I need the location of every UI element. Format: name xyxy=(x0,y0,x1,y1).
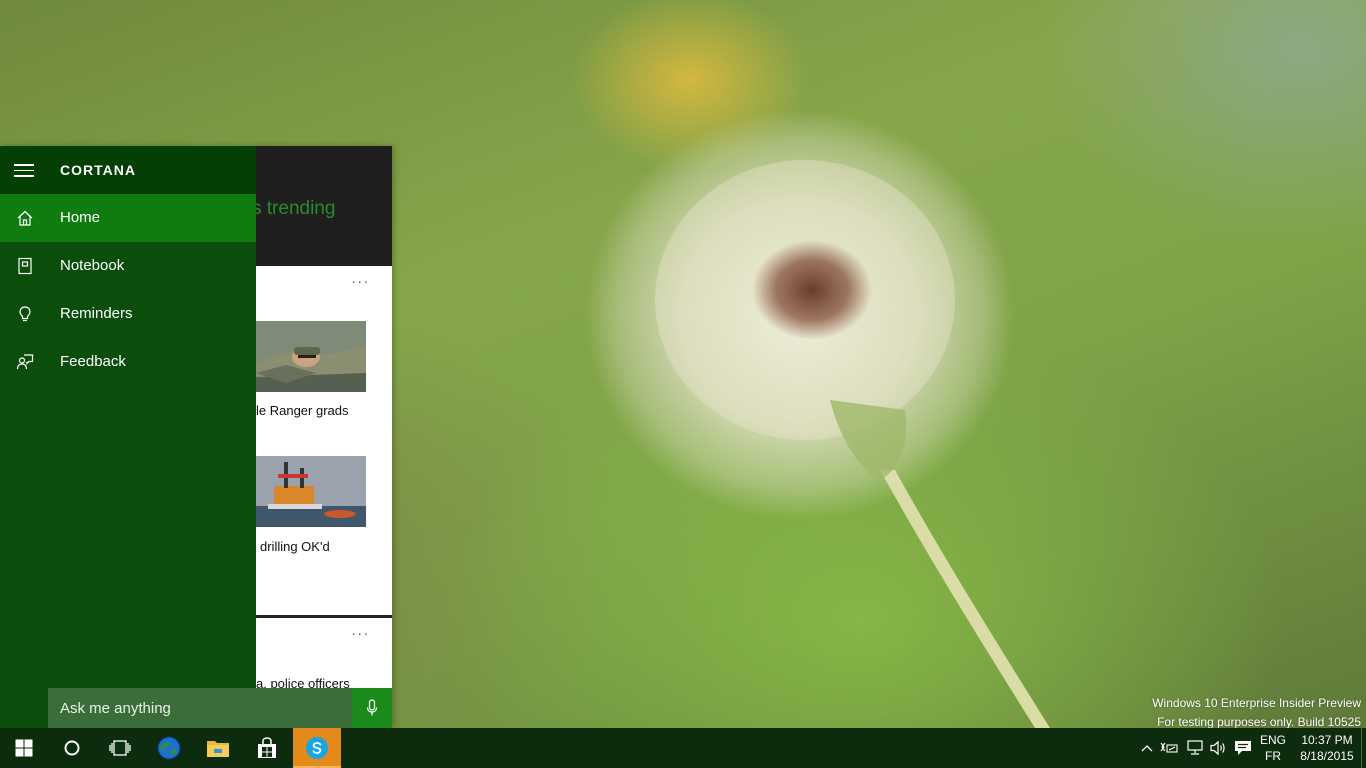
card-more-options-button[interactable]: ... xyxy=(351,270,370,287)
cortana-title: CORTANA xyxy=(60,162,136,178)
nav-item-reminders[interactable]: Reminders xyxy=(0,290,256,338)
show-hidden-icons-button[interactable] xyxy=(1135,728,1159,768)
task-view-button[interactable] xyxy=(96,728,144,768)
volume-icon xyxy=(1210,740,1225,756)
start-button[interactable] xyxy=(0,728,48,768)
notebook-icon xyxy=(18,257,32,275)
os-watermark: Windows 10 Enterprise Insider Preview Fo… xyxy=(1152,694,1361,732)
clock[interactable]: 10:37 PM 8/18/2015 xyxy=(1296,732,1358,764)
skype-button[interactable] xyxy=(293,728,341,768)
skype-icon xyxy=(306,737,328,759)
cortana-search-input[interactable] xyxy=(48,688,352,728)
browser-icon xyxy=(157,736,181,760)
news-caption[interactable]: le Ranger grads xyxy=(256,403,349,418)
clock-time: 10:37 PM xyxy=(1301,733,1353,747)
language-primary: ENG xyxy=(1259,733,1286,747)
microphone-icon xyxy=(366,699,378,716)
nav-item-feedback[interactable]: Feedback xyxy=(0,338,256,386)
start-icon xyxy=(15,739,33,757)
nav-label-home: Home xyxy=(60,209,101,226)
file-explorer-icon xyxy=(207,741,229,757)
cortana-header: CORTANA xyxy=(0,146,256,194)
browser-button[interactable] xyxy=(145,728,193,768)
hamburger-menu-icon[interactable] xyxy=(14,164,34,177)
language-secondary: FR xyxy=(1265,749,1281,763)
feedback-icon xyxy=(16,354,34,370)
nav-label-feedback: Feedback xyxy=(60,353,126,370)
clock-date: 8/18/2015 xyxy=(1300,749,1354,763)
action-center-button[interactable] xyxy=(1231,728,1255,768)
network-icon xyxy=(1187,740,1203,755)
nav-item-notebook[interactable]: Notebook xyxy=(0,242,256,290)
watermark-line-1: Windows 10 Enterprise Insider Preview xyxy=(1152,696,1361,710)
nav-label-reminders: Reminders xyxy=(60,305,133,322)
network-button[interactable] xyxy=(1183,728,1207,768)
show-desktop-button[interactable] xyxy=(1361,728,1366,768)
cortana-icon xyxy=(64,740,80,756)
chevron-up-icon xyxy=(1141,745,1153,752)
cortana-button[interactable] xyxy=(48,728,96,768)
notification-icon xyxy=(1235,741,1251,755)
news-caption[interactable]: drilling OK'd xyxy=(260,539,330,554)
store-button[interactable] xyxy=(243,728,291,768)
card-more-options-button[interactable]: ... xyxy=(351,622,370,639)
news-image-drilling[interactable] xyxy=(256,456,366,527)
microphone-button[interactable] xyxy=(352,688,392,728)
language-indicator[interactable]: ENG FR xyxy=(1256,732,1290,764)
input-indicator-button[interactable] xyxy=(1157,728,1181,768)
cortana-nav-pane: CORTANA Home Notebook Reminders Feedback xyxy=(0,146,256,728)
store-icon xyxy=(258,737,276,758)
volume-button[interactable] xyxy=(1206,728,1230,768)
nav-item-home[interactable]: Home xyxy=(0,194,256,242)
nav-label-notebook: Notebook xyxy=(60,257,125,274)
lightbulb-icon xyxy=(19,306,31,322)
home-icon xyxy=(17,210,33,226)
task-view-icon xyxy=(109,740,131,756)
taskbar: ENG FR 10:37 PM 8/18/2015 xyxy=(0,728,1366,768)
news-image-ranger[interactable] xyxy=(256,321,366,392)
trending-title: s trending xyxy=(252,198,336,219)
keyboard-icon xyxy=(1160,742,1178,753)
file-explorer-button[interactable] xyxy=(194,728,242,768)
cortana-search-box[interactable] xyxy=(48,688,352,728)
